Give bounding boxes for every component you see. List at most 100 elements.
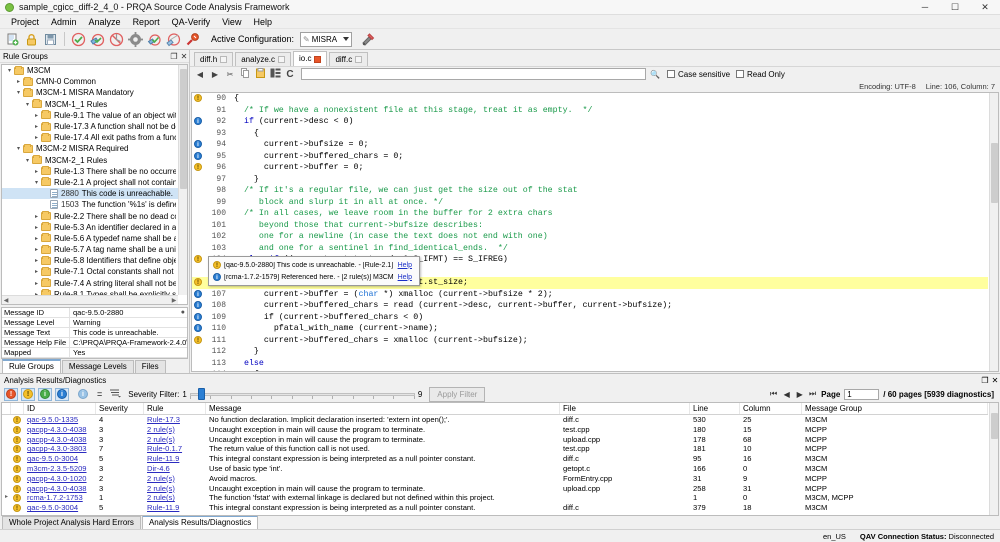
tree-twisty-icon[interactable]: ▸: [32, 213, 41, 220]
page-number-input[interactable]: 1: [844, 388, 880, 400]
code-line[interactable]: i 110 pfatal_with_name (current->name);: [192, 323, 988, 335]
diagnostic-marker-icon[interactable]: i: [194, 312, 202, 321]
code-line[interactable]: 101 beyond those that current->bufsize d…: [192, 220, 988, 232]
close-icon[interactable]: [278, 56, 285, 63]
cell-rule[interactable]: 2 rule(s): [144, 493, 206, 503]
tree-twisty-icon[interactable]: ▾: [14, 145, 23, 152]
menu-item-qa-verify[interactable]: QA-Verify: [166, 15, 217, 29]
diagnostic-marker-icon[interactable]: i: [194, 140, 202, 149]
left-tab-files[interactable]: Files: [134, 360, 166, 373]
code-line[interactable]: 98 /* If it's a regular file, we can jus…: [192, 185, 988, 197]
editor-tab-diff-h[interactable]: diff.h: [194, 52, 234, 66]
cell-id[interactable]: qacpp-4.3.0-3803: [24, 444, 96, 454]
diagnostic-marker-icon[interactable]: !: [194, 278, 202, 287]
cell-rule[interactable]: Rule-11.9: [144, 503, 206, 513]
severity-filter-2[interactable]: !: [21, 387, 35, 401]
cell-rule[interactable]: Rule-11.9: [144, 454, 206, 464]
scroll-left-icon[interactable]: ◀: [2, 297, 10, 304]
rule-groups-tree[interactable]: ▾ M3CM ▸ CMN-0 Common ▾ M3CM-1 MISRA Mandator…: [1, 64, 188, 305]
tooltip-help-link[interactable]: Help: [398, 274, 412, 281]
table-row[interactable]: ! qacpp-4.3.0-4038 3 2 rule(s) Uncaught exce…: [2, 484, 988, 494]
menu-item-analyze[interactable]: Analyze: [83, 15, 127, 29]
tree-node[interactable]: ▾ Rule-2.1 A project shall not contain un…: [2, 177, 178, 188]
code-line[interactable]: i 92 if (current->desc < 0): [192, 116, 988, 128]
tree-node[interactable]: ▾ M3CM: [2, 65, 178, 76]
table-row[interactable]: ! qacpp-4.3.0-4038 3 2 rule(s) Uncaught exce…: [2, 425, 988, 435]
line-gutter[interactable]: i: [192, 117, 204, 126]
float-results-icon[interactable]: ❐: [980, 376, 990, 385]
tree-node[interactable]: ▾ M3CM-2_1 Rules: [2, 155, 178, 166]
slider-handle[interactable]: [197, 388, 205, 400]
copy-icon[interactable]: [239, 68, 251, 80]
tree-node[interactable]: ▾ M3CM-1 MISRA Mandatory: [2, 87, 178, 98]
editor-tab-diff-c[interactable]: diff.c: [329, 52, 369, 66]
code-line[interactable]: ! 111 current->buffered_chars = xmalloc (…: [192, 335, 988, 347]
tree-twisty-icon[interactable]: ▸: [32, 123, 41, 130]
tree-node[interactable]: ▸ Rule-1.3 There shall be no occurrence o…: [2, 166, 178, 177]
tree-node[interactable]: ▸ Rule-17.3 A function shall not be decla…: [2, 121, 178, 132]
table-row[interactable]: ! qacpp-4.3.0-3803 7 Rule-0.1.7 The return v…: [2, 444, 988, 454]
editor-tab-analyze-c[interactable]: analyze.c: [235, 52, 291, 66]
lock-icon[interactable]: [23, 31, 40, 48]
settings-icon[interactable]: [127, 31, 144, 48]
line-gutter[interactable]: i: [192, 289, 204, 299]
tree-twisty-icon[interactable]: ▸: [32, 268, 41, 275]
read-only-checkbox[interactable]: Read Only: [736, 70, 785, 79]
nav-forward-icon[interactable]: ▶: [209, 70, 221, 79]
apply-filter-button[interactable]: Apply Filter: [429, 386, 486, 402]
diagnostic-marker-icon[interactable]: !: [194, 163, 202, 172]
bottom-tab-analysis-results-diagnostics[interactable]: Analysis Results/Diagnostics: [141, 515, 259, 529]
tree-node[interactable]: ▸ Rule-17.4 All exit paths from a functio…: [2, 132, 178, 143]
close-icon[interactable]: [314, 55, 322, 63]
close-panel-icon[interactable]: ✕: [179, 52, 189, 61]
severity-filter-4[interactable]: i: [55, 387, 69, 401]
editor-tab-io-c[interactable]: io.c: [293, 51, 328, 66]
line-gutter[interactable]: i: [192, 312, 204, 322]
code-line[interactable]: 102 one for a newline (in case the text …: [192, 231, 988, 243]
code-line[interactable]: i 108 current->buffered_chars = read (cur…: [192, 300, 988, 312]
menu-item-project[interactable]: Project: [5, 15, 45, 29]
tree-horizontal-scrollbar[interactable]: ◀ ▶: [2, 295, 178, 304]
cell-rule[interactable]: Dir-4.6: [144, 464, 206, 474]
tree-vertical-scrollbar[interactable]: [178, 65, 187, 295]
table-row[interactable]: ! qac-9.5.0-3004 5 Rule-11.9 This integral c…: [2, 454, 988, 464]
tree-node[interactable]: 1503The function '%1s' is defined but is…: [2, 199, 178, 210]
severity-filter-5[interactable]: i: [76, 388, 90, 401]
cell-id[interactable]: qacpp-4.3.0-4038: [24, 435, 96, 445]
table-row[interactable]: ▸! rcma-1.7.2-1753 1 2 rule(s) The function …: [2, 493, 988, 503]
close-results-icon[interactable]: ✕: [990, 376, 1000, 385]
next-page-button[interactable]: ▶: [795, 390, 804, 399]
tree-twisty-icon[interactable]: ▸: [14, 78, 23, 85]
cut-icon[interactable]: ✂: [224, 70, 236, 79]
prev-page-button[interactable]: ◀: [782, 390, 791, 399]
code-line[interactable]: 91 /* If we have a nonexistent file at t…: [192, 105, 988, 117]
wrench-icon[interactable]: [360, 31, 377, 48]
table-row[interactable]: ! qacpp-4.3.0-1020 2 2 rule(s) Avoid macros.…: [2, 474, 988, 484]
code-line[interactable]: 114 {: [192, 369, 988, 371]
cell-rule[interactable]: 2 rule(s): [144, 484, 206, 494]
menu-item-view[interactable]: View: [216, 15, 247, 29]
cell-id[interactable]: rcma-1.7.2-1753: [24, 493, 96, 503]
tree-twisty-icon[interactable]: ▸: [32, 224, 41, 231]
tree-node[interactable]: ▸ Rule-7.4 A string literal shall not be …: [2, 278, 178, 289]
cell-id[interactable]: qacpp-4.3.0-1020: [24, 474, 96, 484]
connect-icon[interactable]: [184, 31, 201, 48]
paste-icon[interactable]: [254, 68, 266, 80]
tree-node[interactable]: ▸ CMN-0 Common: [2, 76, 178, 87]
tree-node[interactable]: ▾ M3CM-2 MISRA Required: [2, 143, 178, 154]
cell-id[interactable]: qac-9.5.0-3004: [24, 454, 96, 464]
column-header-message[interactable]: Message: [206, 403, 560, 414]
tree-node[interactable]: ▸ Rule-5.3 An identifier declared in an i…: [2, 222, 178, 233]
tree-node[interactable]: 2880 This code is unreachable.: [2, 188, 178, 200]
tree-node[interactable]: ▸ Rule-2.2 There shall be no dead code: [2, 210, 178, 221]
diagnostics-grid[interactable]: ID Severity Rule Message File Line Column Messa…: [1, 402, 999, 516]
code-line[interactable]: 93 {: [192, 128, 988, 140]
tree-twisty-icon[interactable]: ▾: [32, 179, 41, 186]
nav-back-icon[interactable]: ◀: [194, 70, 206, 79]
analyze-all-icon[interactable]: [89, 31, 106, 48]
diagnostic-marker-icon[interactable]: i: [194, 117, 202, 126]
code-line[interactable]: i 95 current->buffered_chars = 0;: [192, 151, 988, 163]
code-line[interactable]: 100 /* In all cases, we leave room in th…: [192, 208, 988, 220]
row-expander-icon[interactable]: ▸: [2, 493, 11, 503]
refresh-icon[interactable]: C: [284, 69, 296, 80]
